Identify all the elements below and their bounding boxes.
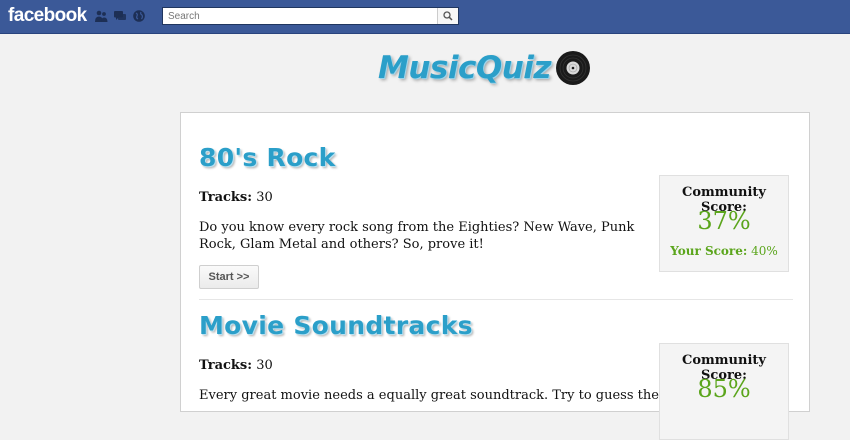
tracks-label: Tracks: — [199, 358, 253, 373]
vinyl-record-icon — [555, 51, 590, 85]
notification-icons — [94, 9, 146, 23]
tracks-count: Tracks: 30 — [199, 190, 273, 205]
search-icon — [443, 11, 453, 21]
tracks-label: Tracks: — [199, 190, 253, 205]
facebook-logo[interactable]: facebook — [8, 5, 87, 27]
your-score: Your Score: 40% — [660, 244, 788, 258]
community-score-value: 37% — [697, 207, 751, 235]
quiz-description: Every great movie needs a equally great … — [199, 388, 765, 403]
notifications-globe-icon[interactable] — [132, 9, 146, 23]
facebook-top-bar: facebook — [0, 0, 850, 34]
app-title: MusicQuiz — [378, 50, 551, 86]
tracks-count: Tracks: 30 — [199, 358, 273, 373]
quiz-title[interactable]: 80's Rock — [199, 143, 336, 172]
friends-icon[interactable] — [94, 9, 108, 23]
quiz-description: Do you know every rock song from the Eig… — [199, 220, 635, 252]
your-score-value: 40% — [751, 244, 778, 258]
score-box: Community Score: 37% Your Score: 40% — [659, 175, 789, 272]
search-box — [162, 7, 459, 25]
your-score-label: Your Score: — [670, 244, 748, 258]
quiz-card: 80's Rock Tracks: 30 Do you know every r… — [199, 113, 793, 299]
app-logo: MusicQuiz — [378, 48, 591, 88]
tracks-value: 30 — [256, 358, 273, 373]
start-button[interactable]: Start >> — [199, 265, 259, 289]
score-box: Community Score: 85% — [659, 343, 789, 440]
tracks-value: 30 — [256, 190, 273, 205]
community-score-value: 85% — [697, 375, 751, 403]
messages-icon[interactable] — [113, 9, 127, 23]
quiz-card: Movie Soundtracks Tracks: 30 Every great… — [199, 299, 793, 440]
quiz-list: 80's Rock Tracks: 30 Do you know every r… — [180, 112, 810, 440]
search-input[interactable] — [168, 9, 433, 23]
quiz-title[interactable]: Movie Soundtracks — [199, 311, 473, 340]
search-button[interactable] — [437, 8, 458, 24]
